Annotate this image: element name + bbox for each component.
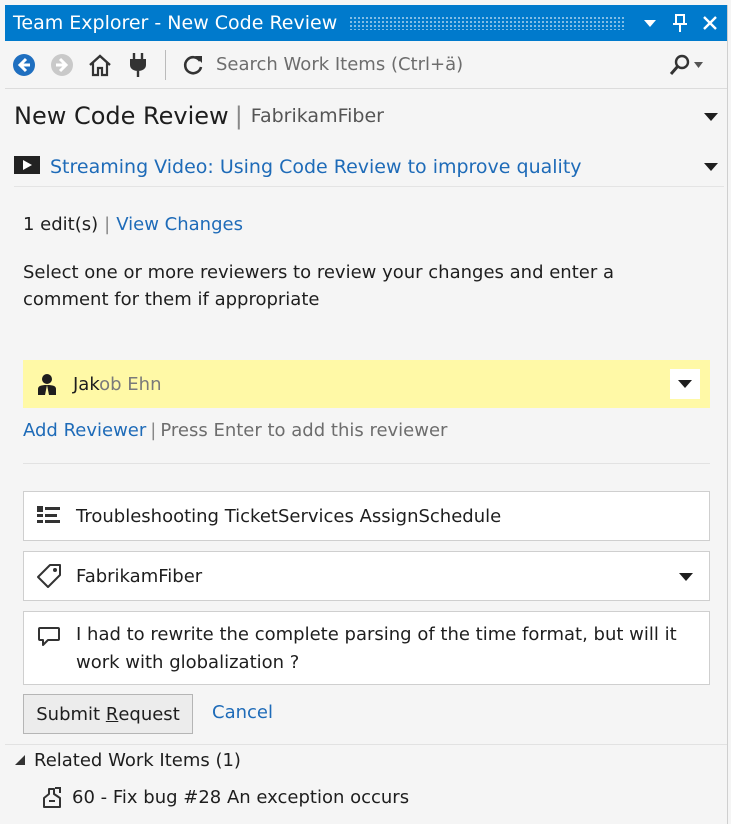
page-header: New Code Review | FabrikamFiber [14,96,724,136]
submit-accesskey: R [105,703,119,725]
person-icon [33,373,61,395]
forward-icon[interactable] [43,46,81,84]
drag-grip[interactable] [349,16,625,30]
add-reviewer-link[interactable]: Add Reviewer [23,420,146,441]
changes-summary: 1 edit(s) | View Changes [23,214,243,235]
comment-field[interactable]: I had to rewrite the complete parsing of… [23,611,710,685]
reviewer-suggestion-text: ob Ehn [99,373,162,395]
reviewer-name[interactable]: Jakob Ehn [73,374,161,395]
search-icon[interactable] [663,47,709,83]
toolbar [5,41,727,89]
home-icon[interactable] [81,46,119,84]
cancel-link[interactable]: Cancel [212,702,273,723]
close-icon[interactable] [697,10,723,36]
panel-right-border [727,5,728,824]
work-item-icon [40,785,64,809]
pin-icon[interactable] [667,10,693,36]
add-reviewer-separator: | [150,420,157,441]
back-icon[interactable] [5,46,43,84]
search-box[interactable] [216,47,709,83]
collapse-triangle-icon[interactable] [14,750,26,771]
video-play-icon [14,155,40,179]
chevron-down-icon[interactable] [637,10,663,36]
view-changes-link[interactable]: View Changes [116,214,243,235]
related-header-label: Related Work Items (1) [34,750,241,771]
tag-icon [32,562,66,590]
search-input[interactable] [216,54,663,75]
window-title: Team Explorer - New Code Review [13,12,338,34]
reviewer-chevron-down-icon[interactable] [670,369,700,399]
page-title: New Code Review [14,102,229,130]
reviewer-input[interactable]: Jakob Ehn [23,360,710,408]
add-reviewer-hint: Press Enter to add this reviewer [160,420,448,441]
comment-value: I had to rewrite the complete parsing of… [76,624,677,673]
submit-request-button[interactable]: Submit Request [23,694,193,734]
title-list-icon [32,505,66,527]
comment-icon [32,626,66,648]
video-section: Streaming Video: Using Code Review to im… [14,147,724,187]
connect-icon[interactable] [119,46,157,84]
review-title-field[interactable]: Troubleshooting TicketServices AssignSch… [23,491,710,541]
team-project-field[interactable]: FabrikamFiber [23,551,710,601]
work-item-row[interactable]: 60 - Fix bug #28 An exception occurs [40,785,409,809]
header-separator: | [234,102,243,130]
reviewer-typed-text: Jak [73,373,100,395]
review-title-value: Troubleshooting TicketServices AssignSch… [76,505,502,527]
project-name: FabrikamFiber [250,105,384,127]
page-menu-chevron-down-icon[interactable] [704,107,718,126]
team-project-chevron-down-icon[interactable] [679,567,693,586]
team-project-value: FabrikamFiber [76,565,203,587]
edit-count: 1 edit(s) [23,214,99,235]
title-bar: Team Explorer - New Code Review [5,5,727,41]
edits-separator: | [104,214,111,235]
related-divider [5,744,727,745]
section-divider [23,463,710,464]
related-work-items-header[interactable]: Related Work Items (1) [14,750,241,771]
toolbar-separator [165,49,166,80]
add-reviewer-row: Add Reviewer | Press Enter to add this r… [23,420,447,441]
refresh-icon[interactable] [174,46,212,84]
submit-label-end: equest [118,703,180,725]
video-link[interactable]: Streaming Video: Using Code Review to im… [50,156,582,178]
instructions-text: Select one or more reviewers to review y… [23,262,614,310]
submit-label-start: Submit [36,703,106,725]
work-item-label[interactable]: 60 - Fix bug #28 An exception occurs [72,787,409,808]
video-chevron-down-icon[interactable] [704,157,718,176]
